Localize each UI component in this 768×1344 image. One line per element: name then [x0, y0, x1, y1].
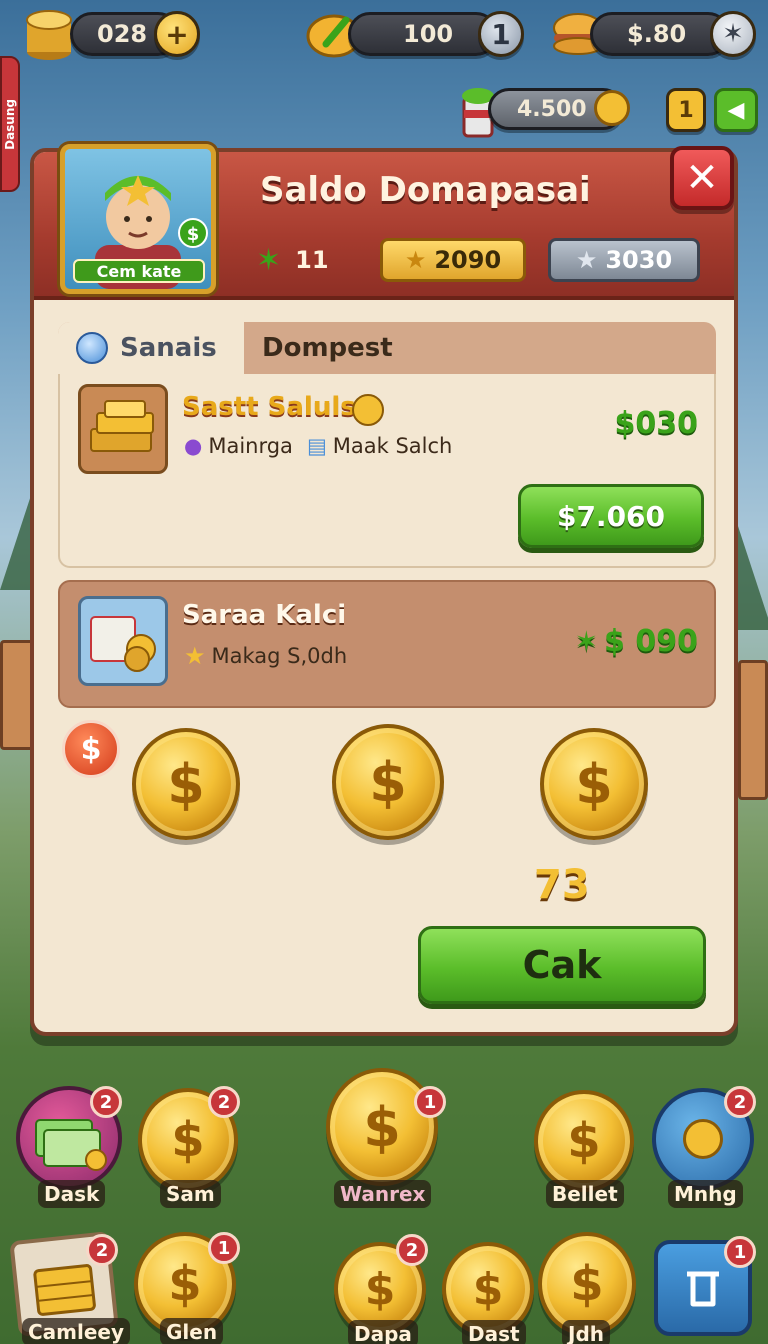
stack-icon: ▤ [306, 434, 327, 458]
side-badge-button[interactable]: 1 [666, 88, 706, 132]
coin-option[interactable]: $ [540, 728, 648, 840]
timer-coin-icon [594, 90, 630, 126]
side-value: 4.500 [517, 96, 587, 122]
cash-value: $.80 [627, 20, 687, 48]
cash-counter: $.80 [590, 12, 730, 56]
energy-badge-value: 1 [491, 17, 511, 51]
silver-stat: ★ 3030 [548, 238, 700, 282]
arrow-left-button[interactable]: ◀ [714, 88, 758, 132]
coin-icon [683, 1119, 723, 1159]
gold-bars-icon [78, 384, 168, 474]
dock-label: Sam [160, 1180, 221, 1208]
item-tag: Mainrga [208, 434, 293, 458]
item-tag: Makag S,0dh [211, 644, 348, 668]
star-green-icon: ✶ [256, 242, 282, 278]
item-price-row: ✶ $ 090 [575, 624, 698, 659]
notification-badge: 2 [86, 1234, 118, 1266]
notification-badge: 1 [724, 1236, 756, 1268]
coin-option[interactable]: $ [332, 724, 444, 840]
notification-badge: 1 [414, 1086, 446, 1118]
dock-label: Dask [38, 1180, 106, 1208]
bubble-icon [76, 332, 108, 364]
dock-item-bellet[interactable]: $ [534, 1090, 634, 1192]
item-title: Sastt Saluls [182, 392, 356, 422]
dock-label: Camleey [22, 1318, 131, 1344]
star-gold-icon: ★ [404, 246, 427, 274]
coin-option[interactable]: $ [132, 728, 240, 840]
notification-badge: 2 [724, 1086, 756, 1118]
notification-badge: 2 [396, 1234, 428, 1266]
energy-value: 100 [403, 20, 454, 48]
notification-badge: 2 [208, 1086, 240, 1118]
side-badge-value: 1 [678, 97, 694, 123]
level-value: 11 [295, 246, 329, 274]
tab-label: Sanais [120, 333, 217, 363]
gold-value: 2090 [434, 246, 502, 274]
energy-badge-button[interactable]: 1 [478, 11, 524, 57]
item-tags: ★ Makag S,0dh [184, 642, 347, 670]
level-stat: ✶ 11 [256, 238, 356, 282]
silver-value: 3030 [605, 246, 673, 274]
list-item[interactable]: Saraa Kalci ★ Makag S,0dh ✶ $ 090 [58, 580, 716, 708]
confirm-button[interactable]: Cak [418, 926, 706, 1004]
page-title: Saldo Domapasai [260, 170, 591, 210]
avatar-label: Cem kate [73, 259, 205, 283]
dock-label: Bellet [546, 1180, 624, 1208]
close-icon: ✕ [685, 155, 719, 201]
cash-star-button[interactable]: ✶ [710, 11, 756, 57]
left-side-tab[interactable]: Dasung [0, 56, 20, 192]
dock-label: Mnhg [668, 1180, 743, 1208]
item-price: $030 [614, 406, 699, 441]
coins-value: 028 [97, 20, 148, 48]
list-item[interactable]: Sastt Saluls ● Mainrga ▤ Maak Salch $030… [58, 374, 716, 568]
star-silver-icon: ★ [575, 246, 598, 274]
item-tag: Maak Salch [332, 434, 453, 458]
tab-bar: Sanais Dompest [58, 322, 716, 374]
left-side-tab-label: Dasung [3, 98, 17, 150]
tab-sanais[interactable]: Sanais [58, 322, 244, 374]
house-decoration [0, 640, 34, 750]
add-coins-button[interactable]: + [154, 11, 200, 57]
dock-label: Dapa [348, 1320, 418, 1344]
avatar-frame: $ Cem kate [60, 144, 216, 294]
gem-icon [352, 394, 384, 426]
item-price: $ 090 [604, 624, 698, 659]
svg-text:$: $ [187, 224, 200, 245]
star-icon: ★ [184, 642, 206, 670]
close-button[interactable]: ✕ [670, 146, 734, 210]
notification-badge: 2 [90, 1086, 122, 1118]
bin-icon [687, 1271, 719, 1307]
coin-total: 73 [534, 862, 590, 908]
dock-item-wanrex[interactable]: $ [326, 1068, 438, 1186]
dock-label: Jdh [562, 1320, 610, 1344]
house-decoration [738, 660, 768, 800]
gold-stat: ★ 2090 [380, 238, 526, 282]
coin-stack-icon [24, 4, 74, 62]
cash-coins-icon [78, 596, 168, 686]
tab-label: Dompest [262, 333, 393, 363]
energy-counter: 100 [348, 12, 498, 56]
dock-label: Wanrex [334, 1180, 432, 1208]
shop-panel: $ Cem kate Saldo Domapasai ✶ 11 ★ 2090 ★… [30, 144, 738, 1036]
dollar-badge-icon: $ [62, 720, 120, 778]
tab-dompest[interactable]: Dompest [244, 322, 716, 374]
star-green-icon: ✶ [574, 625, 599, 658]
purple-tag-icon: ● [184, 434, 203, 458]
dock-label: Glen [160, 1318, 224, 1344]
notification-badge: 1 [208, 1232, 240, 1264]
item-title: Saraa Kalci [182, 600, 347, 630]
dock-label: Dast [462, 1320, 526, 1344]
item-tags: ● Mainrga ▤ Maak Salch [184, 434, 452, 458]
buy-button[interactable]: $7.060 [518, 484, 704, 548]
panel-header: $ Cem kate Saldo Domapasai ✶ 11 ★ 2090 ★… [34, 144, 734, 300]
